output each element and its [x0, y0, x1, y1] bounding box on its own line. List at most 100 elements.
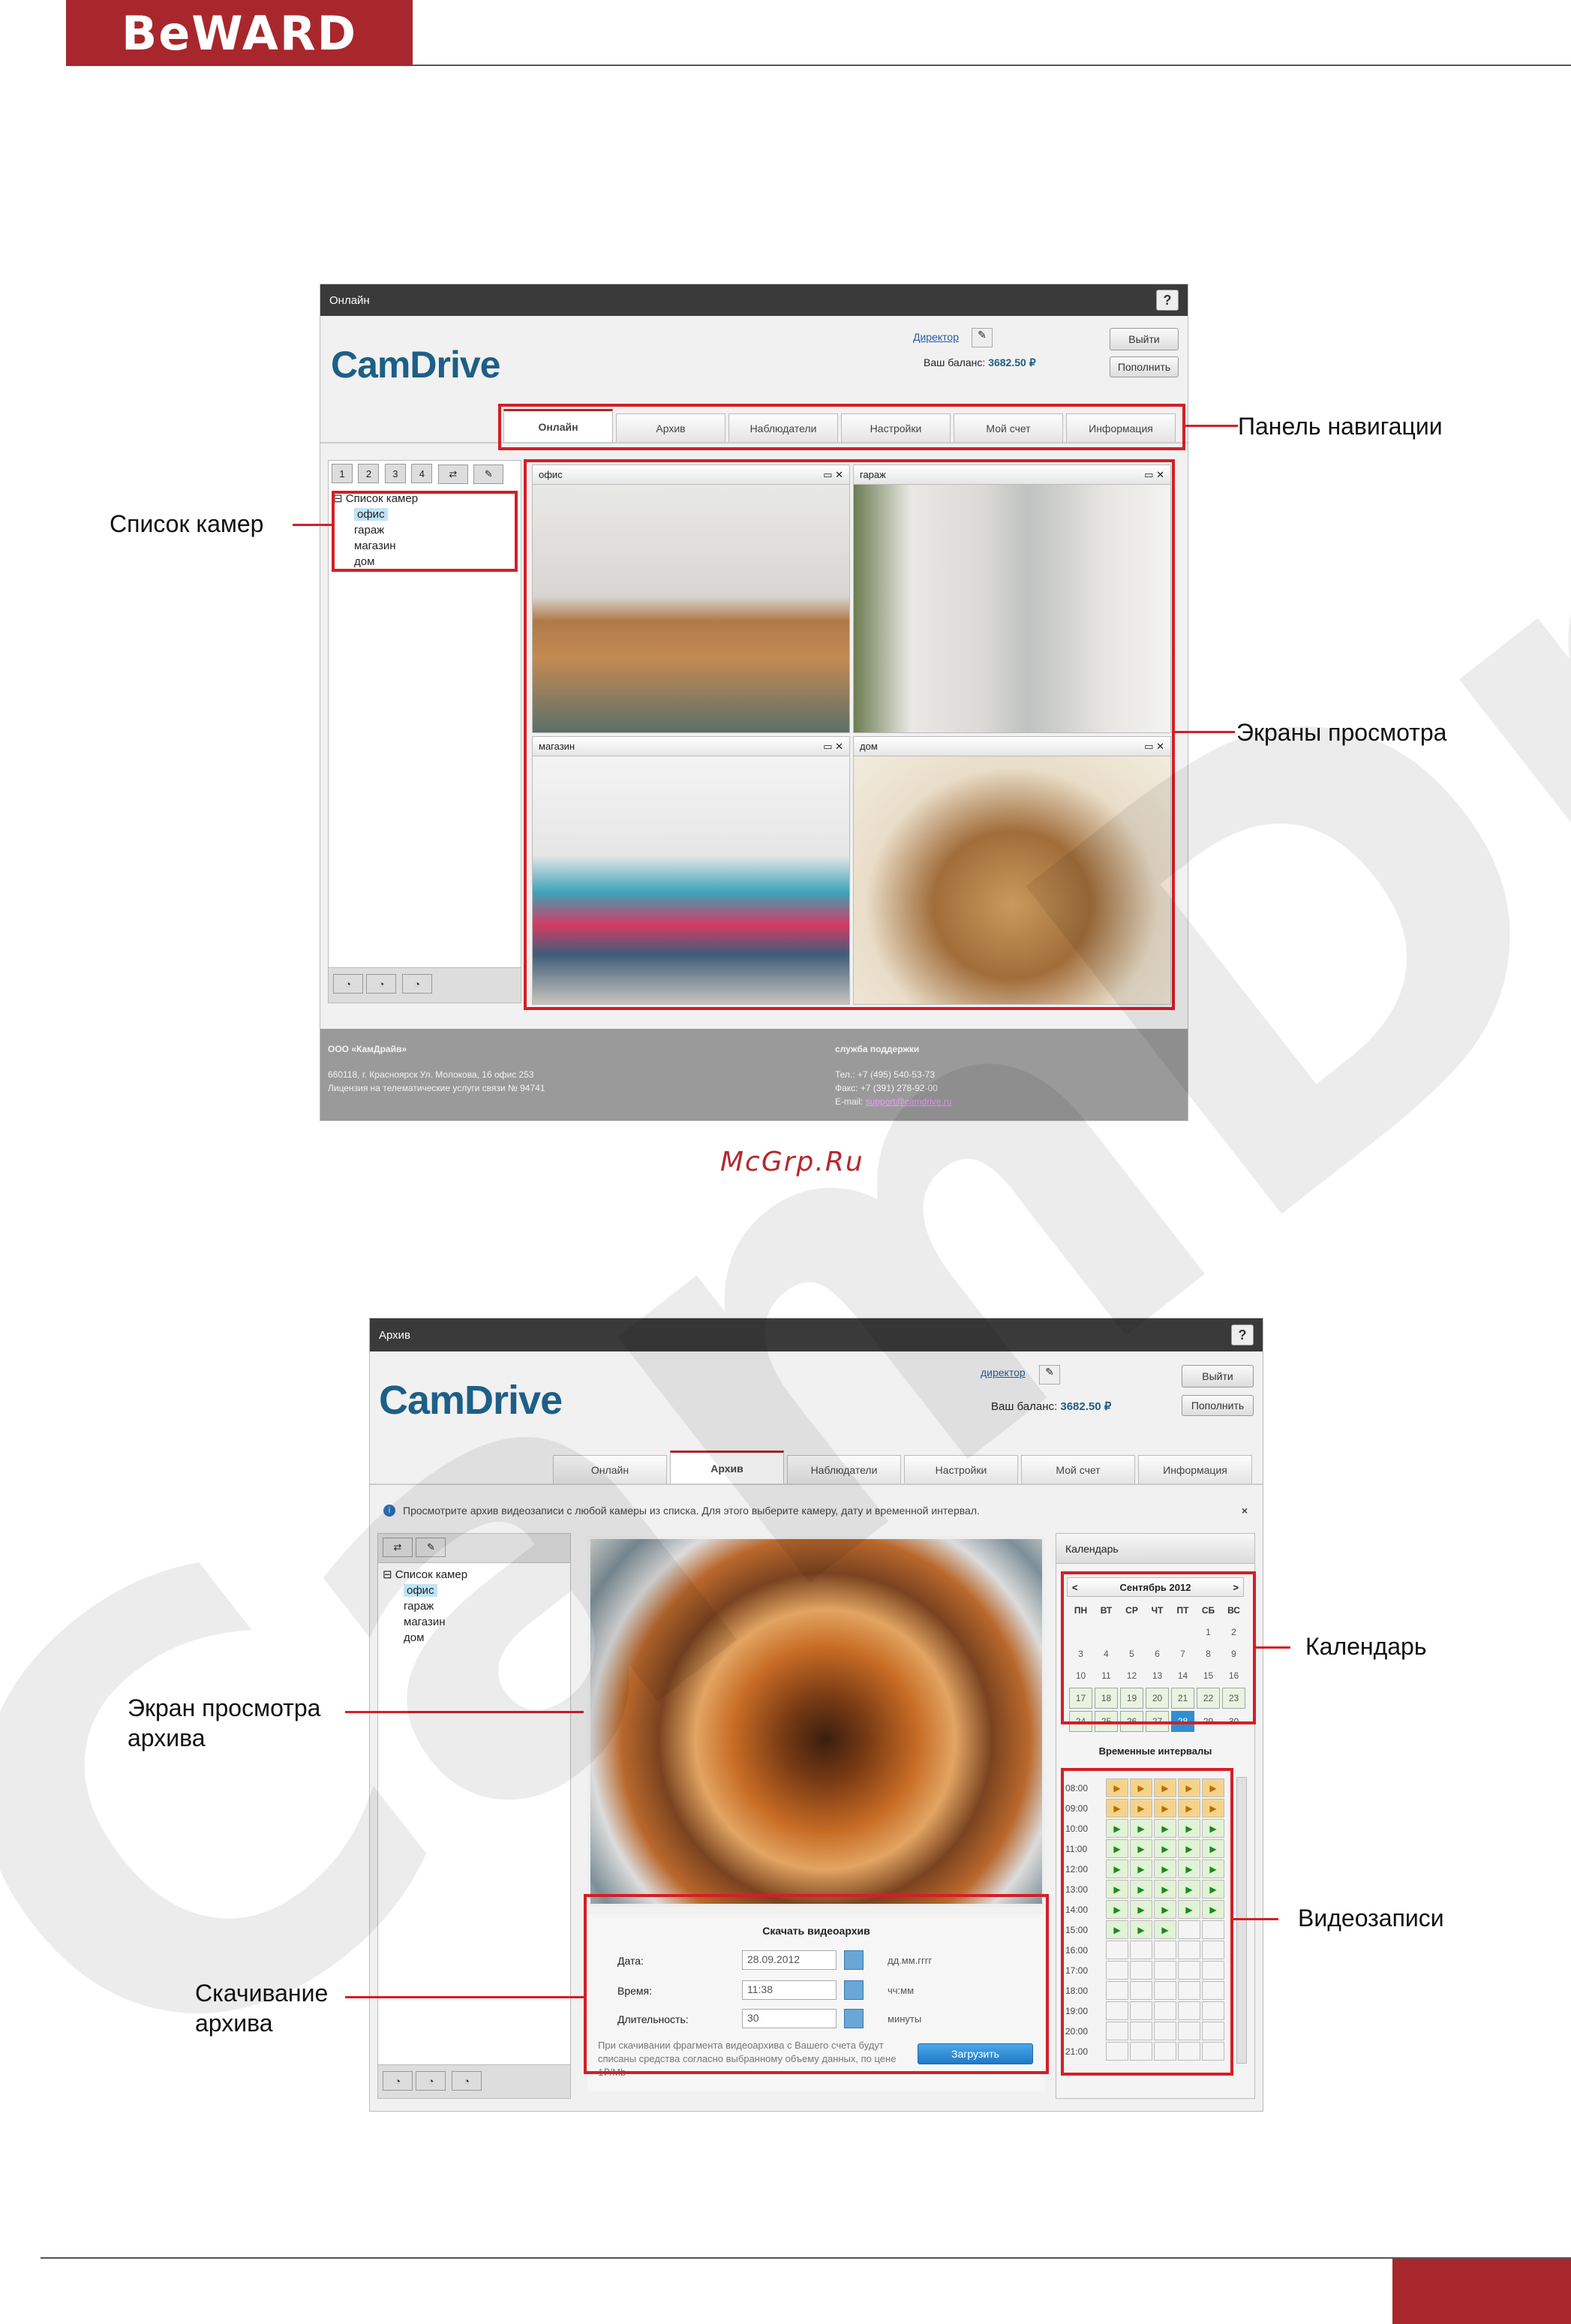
- logout-button[interactable]: Выйти: [1182, 1365, 1254, 1387]
- user-link[interactable]: директор: [981, 1366, 1026, 1378]
- calendar-callout: Календарь: [1305, 1633, 1427, 1660]
- layout-3-button[interactable]: 3: [384, 464, 406, 483]
- site-mark: McGrp.Ru: [720, 1147, 864, 1177]
- list-callout-line: [293, 524, 332, 526]
- camera-edit-icon[interactable]: ◔: [366, 974, 397, 994]
- tree-camera-label: магазин: [404, 1616, 446, 1628]
- camera-add-icon[interactable]: ◔: [383, 2071, 413, 2091]
- screen2-titlebar: Архив ?: [370, 1318, 1263, 1351]
- download-callout-line: [345, 1996, 584, 1998]
- views-callout: Экраны просмотра: [1236, 719, 1447, 746]
- balance-label: Ваш баланс:: [991, 1400, 1058, 1413]
- intervals-scrollbar[interactable]: [1236, 1777, 1247, 2064]
- views-highlight: [524, 459, 1175, 1010]
- panel-bottom-toolbar: ◔ ◔ ◔: [329, 967, 521, 1003]
- tree-camera-shop[interactable]: магазин: [383, 1614, 467, 1630]
- nav-callout: Панель навигации: [1238, 413, 1443, 440]
- help-button[interactable]: ?: [1231, 1324, 1254, 1345]
- tab-account[interactable]: Мой счет: [1021, 1455, 1135, 1484]
- intervals-title: Временные интервалы: [1098, 1745, 1212, 1757]
- nav-callout-line: [1185, 425, 1238, 427]
- tree-camera-label: офис: [404, 1584, 437, 1597]
- calendar-highlight: [1061, 1571, 1256, 1724]
- topup-button[interactable]: Пополнить: [1110, 356, 1179, 377]
- tabs-divider: [370, 1484, 1263, 1485]
- tab-settings[interactable]: Настройки: [904, 1455, 1018, 1484]
- viewer-highlight: [582, 1531, 1047, 1896]
- info-close-icon[interactable]: ×: [1242, 1505, 1248, 1517]
- edit-icon[interactable]: ✎: [972, 328, 993, 347]
- tree-camera-office[interactable]: офис: [383, 1583, 467, 1598]
- info-text: Просмотрите архив видеозаписи с любой ка…: [403, 1505, 980, 1517]
- tree-camera-garage[interactable]: гараж: [383, 1598, 467, 1614]
- footer-license: Лицензия на телематические услуги связи …: [328, 1083, 545, 1093]
- camera-settings-icon[interactable]: ◔: [451, 2071, 482, 2091]
- layout-1-button[interactable]: 1: [332, 464, 353, 483]
- footer-support: служба поддержки: [835, 1044, 920, 1054]
- camera-tree: ⊟ Список камер офис гараж магазин дом: [383, 1567, 467, 1646]
- tab-observers[interactable]: Наблюдатели: [787, 1455, 901, 1484]
- edit-icon[interactable]: ✎: [1039, 1365, 1060, 1384]
- tree-camera-label: гараж: [404, 1600, 434, 1613]
- views-callout-line: [1175, 731, 1235, 733]
- download-highlight: [584, 1894, 1049, 2074]
- records-highlight: [1061, 1768, 1233, 2076]
- balance-value: 3682.50 ₽: [988, 356, 1036, 368]
- layout-4-button[interactable]: 4: [411, 464, 433, 483]
- footer-rule: [41, 2257, 1571, 2259]
- topup-button[interactable]: Пополнить: [1182, 1395, 1254, 1416]
- footer-block: [1392, 2259, 1571, 2324]
- footer-email-label: E-mail:: [835, 1096, 864, 1107]
- edit-camera-icon[interactable]: ✎: [473, 464, 504, 484]
- camera-add-icon[interactable]: ◔: [333, 974, 363, 994]
- add-camera-icon[interactable]: ⇄: [437, 464, 468, 484]
- list-callout: Список камер: [110, 510, 264, 537]
- layout-toolbar: 1 2 3 4 ⇄ ✎: [332, 464, 506, 484]
- viewer-callout: Экран просмотра архива: [128, 1694, 321, 1751]
- calendar-callout-line: [1256, 1646, 1290, 1649]
- calendar-title: Календарь: [1056, 1534, 1254, 1564]
- camera-edit-icon[interactable]: ◔: [416, 2071, 446, 2091]
- tree-root[interactable]: ⊟ Список камер: [383, 1567, 467, 1583]
- add-camera-icon[interactable]: ⇄: [383, 1538, 413, 1557]
- tree-camera-label: дом: [404, 1631, 425, 1644]
- tab-archive[interactable]: Архив: [670, 1451, 784, 1484]
- info-bar: i Просмотрите архив видеозаписи с любой …: [376, 1499, 1255, 1523]
- footer-email-link[interactable]: support@camdrive.ru: [866, 1096, 952, 1107]
- footer-company: ООО «КамДрайв»: [328, 1044, 407, 1054]
- tab-info[interactable]: Информация: [1138, 1455, 1252, 1484]
- user-link[interactable]: Директор: [913, 331, 959, 343]
- nav-tabs: Онлайн Архив Наблюдатели Настройки Мой с…: [553, 1449, 1255, 1484]
- header-rule: [413, 65, 1571, 66]
- viewer-callout-line: [345, 1711, 584, 1713]
- screen1-titlebar: Онлайн ?: [320, 284, 1188, 316]
- camera-settings-icon[interactable]: ◔: [401, 974, 432, 994]
- camdrive-logo[interactable]: CamDrive: [331, 343, 500, 386]
- balance-value: 3682.50 ₽: [1060, 1400, 1112, 1413]
- beward-logo: BeWARD: [66, 0, 413, 66]
- logout-button[interactable]: Выйти: [1110, 328, 1179, 350]
- tree-toolbar: ⇄ ✎: [378, 1534, 570, 1563]
- help-button[interactable]: ?: [1156, 290, 1179, 311]
- balance-label: Ваш баланс:: [924, 356, 986, 368]
- screen1-footer: ООО «КамДрайв» 660118, г. Красноярск Ул.…: [320, 1029, 1188, 1120]
- tab-online[interactable]: Онлайн: [553, 1455, 667, 1484]
- panel-bottom-toolbar: ◔ ◔ ◔: [378, 2064, 570, 2098]
- nav-highlight: [498, 404, 1185, 450]
- records-callout: Видеозаписи: [1298, 1905, 1444, 1932]
- screen1-title: Онлайн: [329, 293, 370, 307]
- footer-fax: Факс: +7 (391) 278-92-00: [835, 1083, 938, 1093]
- info-icon: i: [383, 1505, 395, 1517]
- tree-root-label: Список камер: [395, 1568, 468, 1581]
- footer-phone: Тел.: +7 (495) 540-53-73: [835, 1069, 936, 1080]
- layout-2-button[interactable]: 2: [358, 464, 380, 483]
- camera-panel: ⇄ ✎ ⊟ Список камер офис гараж магазин до…: [377, 1533, 571, 2099]
- screen2-title: Архив: [379, 1328, 411, 1342]
- edit-camera-icon[interactable]: ✎: [416, 1538, 446, 1557]
- tree-camera-home[interactable]: дом: [383, 1630, 467, 1646]
- balance: Ваш баланс: 3682.50 ₽: [924, 356, 1036, 369]
- camdrive-logo[interactable]: CamDrive: [379, 1377, 563, 1424]
- balance: Ваш баланс: 3682.50 ₽: [991, 1400, 1111, 1413]
- download-callout: Скачивание архива: [195, 1980, 329, 2037]
- footer-address: 660118, г. Красноярск Ул. Молокова, 16 о…: [328, 1069, 534, 1080]
